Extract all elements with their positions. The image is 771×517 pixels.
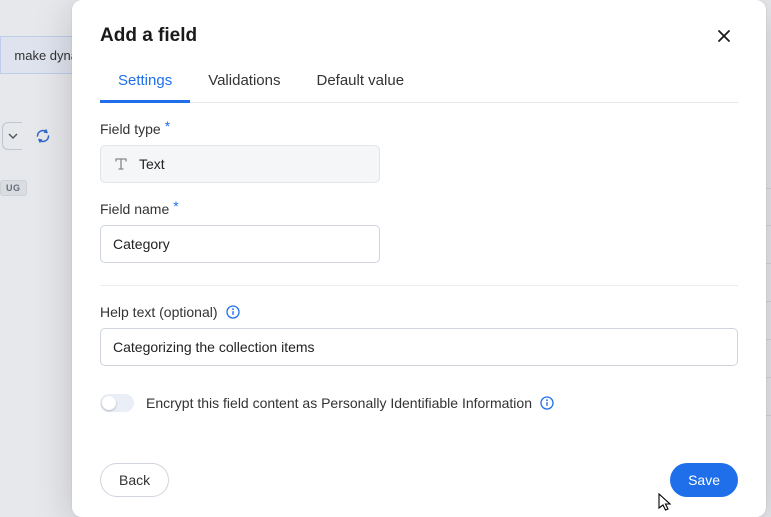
help-text-input[interactable] bbox=[100, 328, 738, 366]
tab-settings[interactable]: Settings bbox=[100, 60, 190, 102]
encrypt-label-text: Encrypt this field content as Personally… bbox=[146, 395, 532, 411]
close-button[interactable] bbox=[710, 22, 738, 50]
encrypt-row: Encrypt this field content as Personally… bbox=[100, 394, 738, 412]
divider bbox=[100, 285, 738, 286]
tab-default-value[interactable]: Default value bbox=[298, 60, 422, 102]
toggle-knob bbox=[102, 396, 116, 410]
required-indicator: * bbox=[165, 118, 170, 134]
tabs: Settings Validations Default value bbox=[100, 60, 738, 103]
help-text-group: Help text (optional) bbox=[100, 304, 738, 366]
field-name-label: Field name bbox=[100, 201, 169, 217]
modal-header: Add a field bbox=[100, 22, 738, 50]
close-icon bbox=[716, 28, 732, 44]
field-type-group: Field type * Text bbox=[100, 121, 738, 183]
field-type-select[interactable]: Text bbox=[100, 145, 380, 183]
field-name-group: Field name * bbox=[100, 201, 738, 263]
info-icon[interactable] bbox=[540, 396, 554, 410]
required-indicator: * bbox=[173, 198, 178, 214]
modal-title: Add a field bbox=[100, 25, 197, 47]
modal-footer: Back Save bbox=[100, 443, 738, 497]
text-type-icon bbox=[113, 156, 129, 172]
field-type-label: Field type bbox=[100, 121, 161, 137]
info-icon[interactable] bbox=[226, 305, 240, 319]
add-field-modal: Add a field Settings Validations Default… bbox=[72, 0, 766, 517]
back-button[interactable]: Back bbox=[100, 463, 169, 497]
tab-validations[interactable]: Validations bbox=[190, 60, 298, 102]
save-button[interactable]: Save bbox=[670, 463, 738, 497]
encrypt-toggle[interactable] bbox=[100, 394, 134, 412]
help-text-label: Help text (optional) bbox=[100, 304, 218, 320]
encrypt-label: Encrypt this field content as Personally… bbox=[146, 395, 554, 411]
field-type-value: Text bbox=[139, 156, 165, 172]
field-name-input[interactable] bbox=[100, 225, 380, 263]
